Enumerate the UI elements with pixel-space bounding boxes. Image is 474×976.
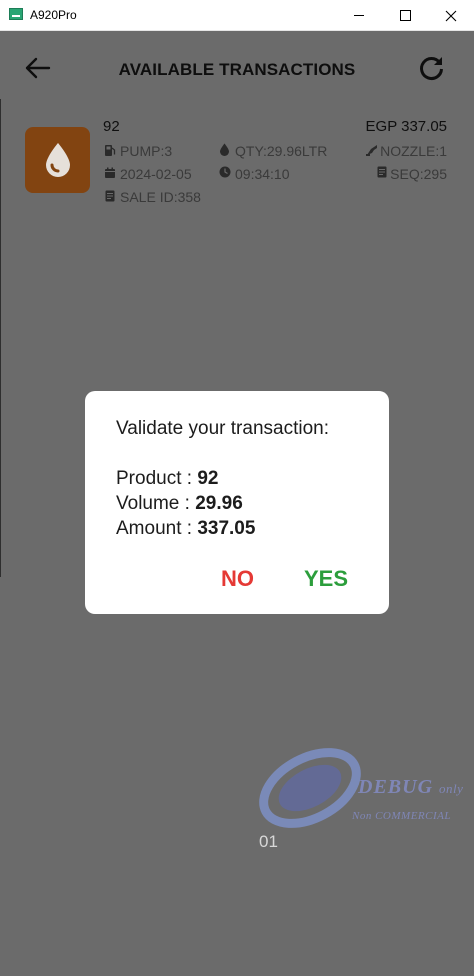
no-button[interactable]: NO	[221, 566, 254, 592]
close-button[interactable]	[428, 0, 474, 31]
debug-watermark-text: DEBUG only	[358, 776, 463, 799]
transaction-nozzle: NOZZLE:1	[380, 143, 447, 159]
transaction-product: 92	[103, 118, 120, 135]
dialog-product-line: Product : 92	[116, 468, 218, 490]
dialog-volume-label: Volume :	[116, 493, 196, 514]
fuel-drop-icon	[45, 143, 70, 177]
app-icon	[9, 8, 23, 20]
transaction-sale-id: SALE ID:358	[120, 189, 201, 205]
fuel-pump-icon	[105, 145, 116, 156]
version-label: 01	[259, 832, 278, 851]
refresh-icon	[420, 57, 443, 81]
debug-watermark-suffix: only	[439, 781, 464, 796]
minimize-button[interactable]	[336, 0, 382, 31]
clock-icon	[219, 166, 231, 178]
transaction-date: 2024-02-05	[120, 166, 192, 182]
dialog-title: Validate your transaction:	[116, 418, 329, 439]
window-title: A920Pro	[30, 8, 77, 22]
close-icon	[445, 10, 457, 21]
drop-icon	[220, 143, 229, 156]
dialog-volume-line: Volume : 29.96	[116, 493, 243, 515]
transaction-time: 09:34:10	[235, 166, 290, 182]
transaction-amount: EGP 337.05	[365, 118, 447, 135]
dialog-amount-label: Amount :	[116, 518, 198, 539]
transaction-quantity: QTY:29.96LTR	[235, 143, 328, 159]
maximize-icon	[399, 10, 411, 21]
fuel-product-icon	[25, 127, 90, 193]
debug-watermark-subtext: Non COMMERCIAL	[352, 810, 451, 822]
debug-watermark-label: DEBUG	[358, 776, 434, 798]
refresh-button[interactable]	[417, 53, 447, 83]
receipt-icon	[377, 166, 387, 178]
dialog-amount-value: 337.05	[197, 518, 256, 539]
validate-transaction-dialog: Validate your transaction: Product : 92 …	[85, 391, 389, 614]
maximize-button[interactable]	[382, 0, 428, 31]
transaction-sequence: SEQ:295	[390, 166, 447, 182]
minimize-icon	[354, 15, 364, 16]
nozzle-icon	[366, 145, 377, 156]
calendar-icon	[105, 167, 115, 178]
page-title: AVAILABLE TRANSACTIONS	[118, 60, 356, 79]
dialog-product-value: 92	[197, 468, 219, 489]
yes-button[interactable]: YES	[304, 566, 348, 592]
transaction-pump: PUMP:3	[120, 143, 173, 159]
window-titlebar: A920Pro	[0, 0, 474, 31]
dialog-product-label: Product :	[116, 468, 198, 489]
receipt-icon	[105, 190, 115, 202]
dialog-amount-line: Amount : 337.05	[116, 518, 255, 540]
dialog-volume-value: 29.96	[195, 493, 243, 514]
